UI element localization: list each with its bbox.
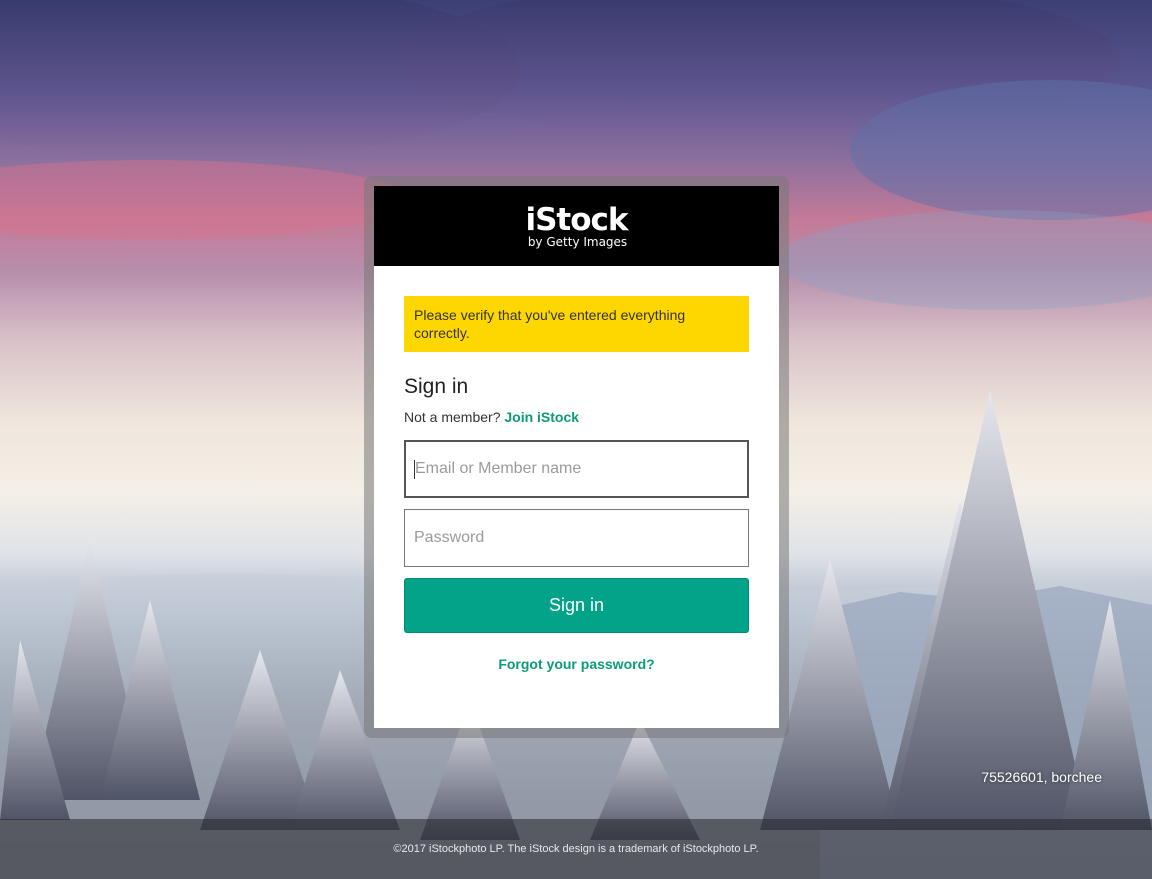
page-title: Sign in <box>404 375 469 398</box>
copyright-text: ©2017 iStockphoto LP. The iStock design … <box>393 843 759 855</box>
forgot-password-row: Forgot your password? <box>374 656 779 672</box>
sign-in-button[interactable]: Sign in <box>404 578 749 633</box>
photo-credit: 75526601, borchee <box>981 769 1102 785</box>
member-prompt-text: Not a member? <box>404 409 501 425</box>
istock-logo: iStock <box>525 201 628 238</box>
password-field[interactable] <box>404 509 749 567</box>
email-field[interactable] <box>404 440 749 498</box>
join-link[interactable]: Join iStock <box>504 409 579 425</box>
brand-header: iStock by Getty Images <box>374 186 779 266</box>
error-alert: Please verify that you've entered everyt… <box>404 296 749 352</box>
footer: ©2017 iStockphoto LP. The iStock design … <box>0 819 1152 879</box>
login-card: iStock by Getty Images Please verify tha… <box>374 186 779 728</box>
logo-tagline: by Getty Images <box>527 234 628 249</box>
member-prompt: Not a member? Join iStock <box>404 409 579 425</box>
forgot-password-link[interactable]: Forgot your password? <box>498 656 654 672</box>
text-cursor <box>414 460 415 479</box>
